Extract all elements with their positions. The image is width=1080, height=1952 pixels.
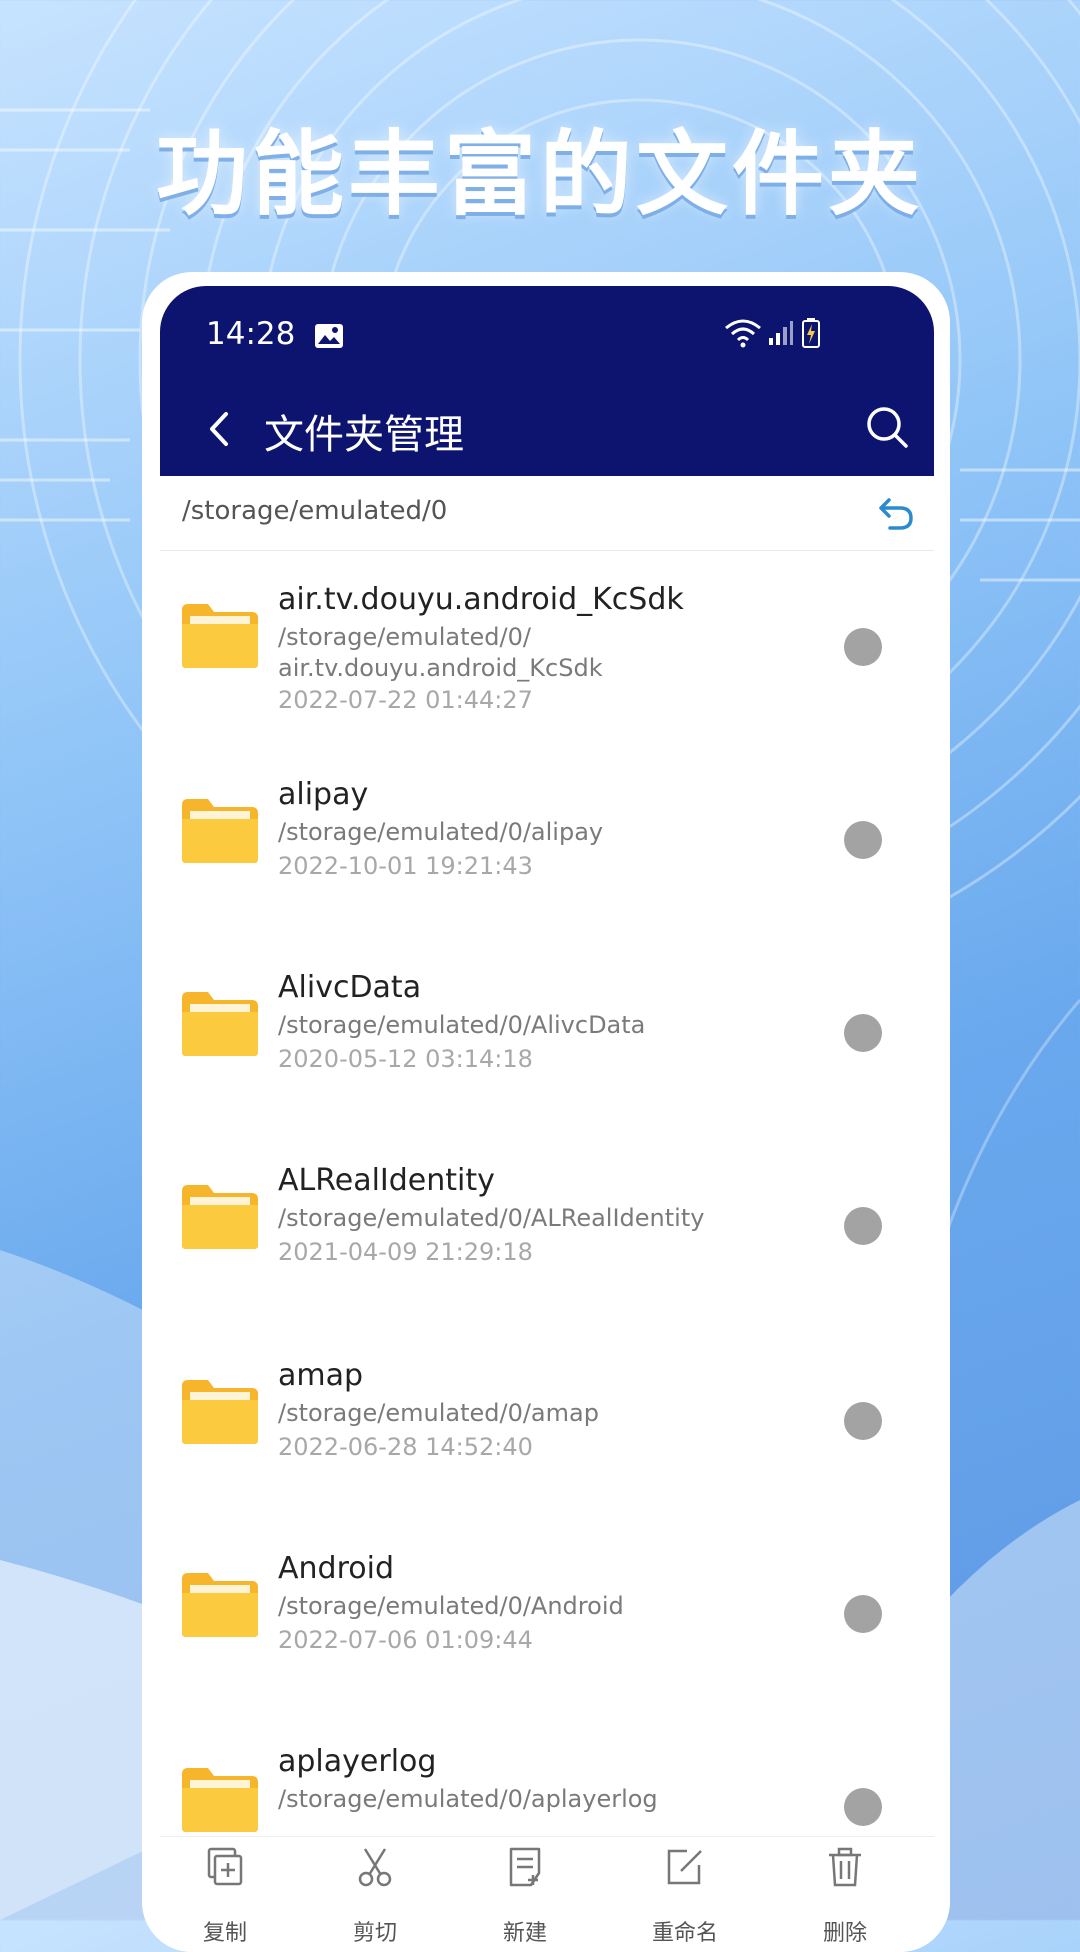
select-radio[interactable]: [844, 1788, 882, 1826]
image-icon: [315, 324, 343, 348]
path-bar: /storage/emulated/0: [160, 476, 934, 551]
folder-name: alipay: [278, 777, 369, 812]
cut-button[interactable]: 剪切: [310, 1837, 440, 1952]
folder-icon: [182, 1768, 258, 1832]
folder-icon: [182, 604, 258, 668]
status-time: 14:28: [206, 316, 296, 352]
select-radio[interactable]: [844, 1207, 882, 1245]
battery-charging-icon: [802, 318, 820, 348]
search-icon[interactable]: [860, 400, 916, 456]
folder-date: 2022-07-22 01:44:27: [278, 686, 533, 714]
phone-frame: 14:28 文件夹管理 /storage/emulated/0 air.tv.d…: [142, 272, 950, 1952]
new-button[interactable]: 新建: [460, 1837, 590, 1952]
select-radio[interactable]: [844, 1595, 882, 1633]
folder-date: 2022-10-01 19:21:43: [278, 852, 533, 880]
folder-path: /storage/emulated/0/amap: [278, 1399, 599, 1427]
status-bar: 14:28: [160, 286, 934, 382]
folder-name: Android: [278, 1551, 394, 1586]
folder-path: /storage/emulated/0/AlivcData: [278, 1011, 646, 1039]
folder-list: air.tv.douyu.android_KcSdk /storage/emul…: [160, 550, 934, 1836]
current-path: /storage/emulated/0: [182, 496, 448, 526]
return-icon[interactable]: [876, 494, 916, 534]
folder-name: amap: [278, 1358, 364, 1393]
list-item[interactable]: aplayerlog /storage/emulated/0/aplayerlo…: [160, 1708, 934, 1836]
app-bar: 14:28 文件夹管理: [160, 286, 934, 476]
headline: 功能丰富的文件夹: [155, 121, 924, 228]
page-title: 文件夹管理: [264, 412, 464, 458]
folder-icon: [182, 1185, 258, 1249]
folder-name: ALRealIdentity: [278, 1163, 495, 1198]
folder-icon: [182, 1380, 258, 1444]
folder-icon: [182, 992, 258, 1056]
copy-button[interactable]: 复制: [160, 1837, 290, 1952]
back-arrow-icon[interactable]: [196, 404, 246, 454]
cut-icon: [358, 1848, 392, 1887]
folder-date: 2020-05-12 03:14:18: [278, 1045, 533, 1073]
signal-icon: [769, 321, 793, 345]
folder-path: /storage/emulated/0/alipay: [278, 818, 604, 846]
folder-date: 2022-06-28 14:52:40: [278, 1433, 533, 1461]
folder-date: 2022-07-06 01:09:44: [278, 1626, 533, 1654]
list-item[interactable]: amap /storage/emulated/0/amap 2022-06-28…: [160, 1322, 934, 1515]
list-item[interactable]: ALRealIdentity /storage/emulated/0/ALRea…: [160, 1129, 934, 1322]
select-radio[interactable]: [844, 821, 882, 859]
select-radio[interactable]: [844, 1014, 882, 1052]
folder-name: aplayerlog: [278, 1744, 437, 1779]
folder-icon: [182, 799, 258, 863]
delete-button[interactable]: 删除: [780, 1837, 910, 1952]
folder-date: 2021-04-09 21:29:18: [278, 1238, 533, 1266]
folder-path-cont: air.tv.douyu.android_KcSdk: [278, 654, 603, 682]
rename-icon: [667, 1849, 702, 1885]
bottom-action-bar: 复制 剪切 新建 重命名 删除: [160, 1836, 934, 1952]
select-radio[interactable]: [844, 628, 882, 666]
folder-path: /storage/emulated/0/Android: [278, 1592, 624, 1620]
copy-icon: [207, 1847, 243, 1886]
folder-path: /storage/emulated/0/ALRealIdentity: [278, 1204, 705, 1232]
folder-name: AlivcData: [278, 970, 422, 1005]
folder-path: /storage/emulated/0/aplayerlog: [278, 1785, 658, 1813]
delete-icon: [829, 1847, 861, 1887]
list-item[interactable]: air.tv.douyu.android_KcSdk /storage/emul…: [160, 550, 934, 743]
toolbar: 文件夹管理: [160, 382, 934, 476]
folder-icon: [182, 1573, 258, 1637]
folder-path: /storage/emulated/0/: [278, 623, 531, 651]
list-item[interactable]: alipay /storage/emulated/0/alipay 2022-1…: [160, 743, 934, 936]
folder-name: air.tv.douyu.android_KcSdk: [278, 582, 684, 617]
wifi-icon: [725, 319, 761, 348]
list-item[interactable]: AlivcData /storage/emulated/0/AlivcData …: [160, 936, 934, 1129]
list-item[interactable]: Android /storage/emulated/0/Android 2022…: [160, 1515, 934, 1708]
new-file-icon: [509, 1847, 541, 1887]
rename-button[interactable]: 重命名: [620, 1837, 750, 1952]
select-radio[interactable]: [844, 1402, 882, 1440]
